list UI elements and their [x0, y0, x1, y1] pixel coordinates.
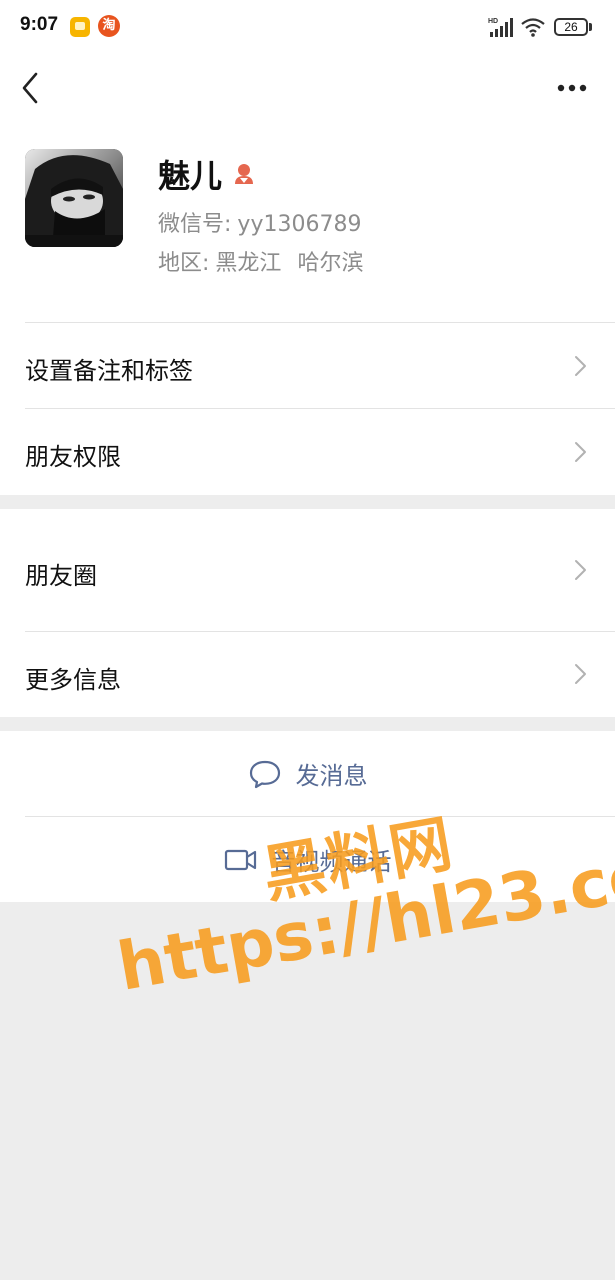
info-group: 朋友圈 更多信息	[0, 509, 615, 717]
profile-header: 魅儿 微信号: yy1306789 地区: 黑龙江 哈尔滨	[0, 124, 615, 322]
row-label-more-info: 更多信息	[25, 666, 121, 694]
video-call-label: 音视频通话	[271, 848, 392, 876]
battery-nub	[589, 23, 592, 31]
network-hd-label: HD	[488, 18, 498, 25]
status-bar: 9:07 淘 HD 26	[0, 0, 615, 56]
video-camera-icon	[224, 849, 256, 870]
chevron-right-icon	[575, 442, 586, 462]
video-call-inner: 音视频通话	[0, 817, 615, 902]
row-friend-permissions[interactable]: 朋友权限	[0, 409, 615, 495]
region-province: 黑龙江	[215, 251, 282, 276]
row-label-moments: 朋友圈	[25, 562, 97, 590]
region: 地区: 黑龙江 哈尔滨	[158, 245, 363, 277]
chat-bubble-icon	[249, 760, 280, 788]
taobao-icon: 淘	[98, 15, 120, 37]
more-dots-icon	[557, 84, 587, 92]
contact-profile-screen: 9:07 淘 HD 26 魅儿 微信号: yy1306789 地区: 黑龙江 哈…	[0, 0, 615, 1280]
settings-group: 设置备注和标签 朋友权限	[0, 322, 615, 495]
battery-icon: 26	[554, 18, 588, 36]
chevron-left-icon	[22, 72, 38, 104]
send-message-inner: 发消息	[0, 731, 615, 816]
more-button[interactable]	[552, 74, 592, 102]
wechat-id: 微信号: yy1306789	[158, 206, 361, 238]
wechat-id-label: 微信号:	[158, 212, 232, 237]
avatar[interactable]	[25, 149, 123, 247]
name-line: 魅儿	[158, 154, 256, 195]
female-icon	[235, 164, 254, 184]
back-button[interactable]	[14, 70, 50, 106]
profile-name: 魅儿	[158, 157, 223, 195]
chevron-right-icon	[575, 664, 586, 684]
send-message-label: 发消息	[295, 762, 368, 790]
nav-bar	[0, 56, 615, 124]
empty-area	[0, 902, 615, 1280]
row-label-remark-tags: 设置备注和标签	[25, 357, 193, 385]
region-label: 地区:	[158, 251, 210, 276]
row-more-info[interactable]: 更多信息	[0, 632, 615, 717]
row-moments[interactable]: 朋友圈	[0, 509, 615, 631]
send-message-button[interactable]: 发消息	[0, 731, 615, 816]
status-time: 9:07	[20, 14, 59, 35]
chevron-right-icon	[575, 356, 586, 376]
chevron-right-icon	[575, 560, 586, 580]
region-city: 哈尔滨	[297, 251, 364, 276]
signal-icon: HD	[488, 18, 513, 37]
notification-app-icon	[70, 17, 90, 37]
row-remark-tags[interactable]: 设置备注和标签	[0, 323, 615, 409]
video-call-button[interactable]: 音视频通话	[0, 817, 615, 902]
wifi-icon	[521, 18, 545, 37]
row-label-friend-permissions: 朋友权限	[25, 443, 121, 471]
wechat-id-value: yy1306789	[237, 212, 362, 237]
